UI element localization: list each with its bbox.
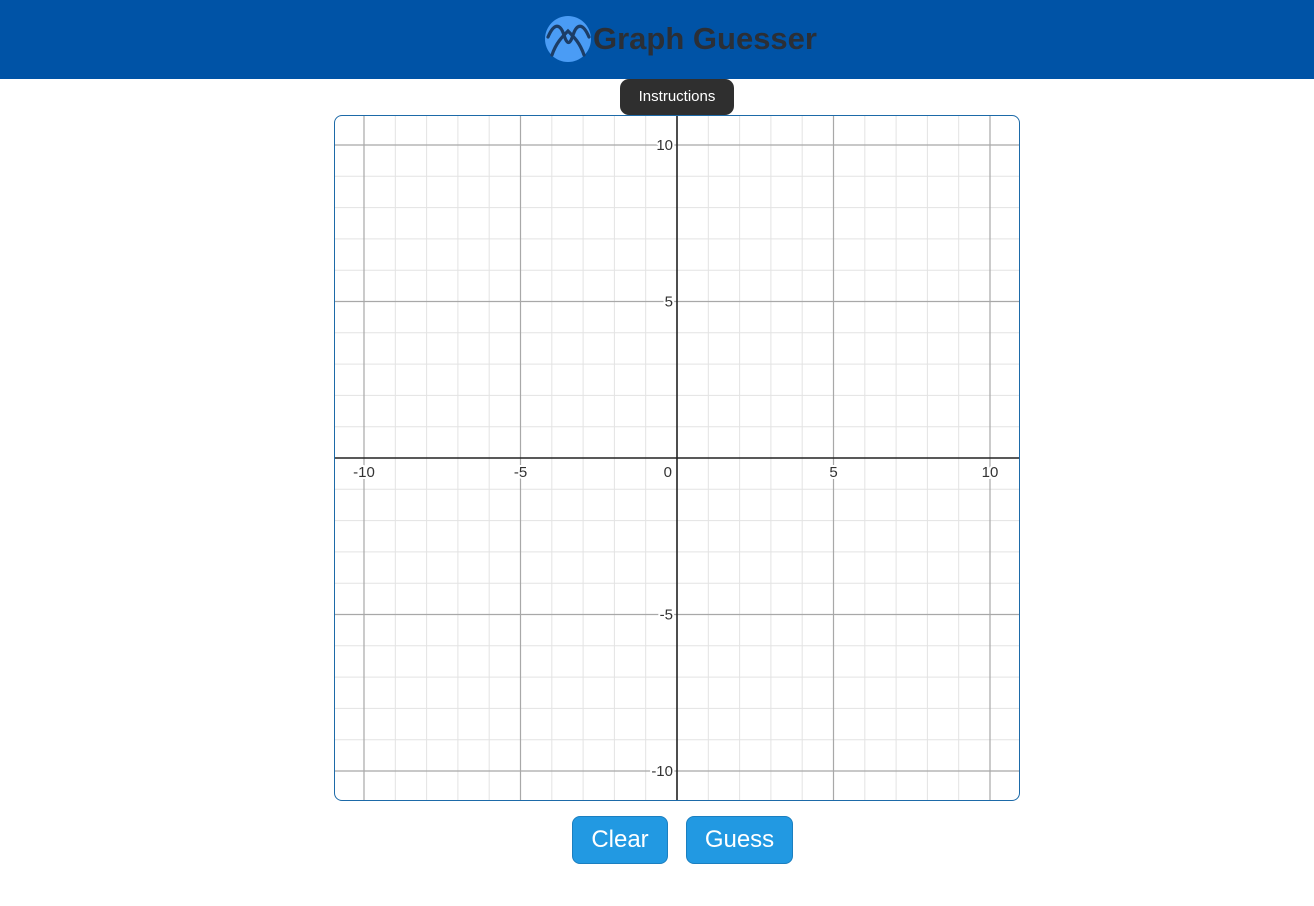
x-tick-label: 0 (664, 464, 672, 481)
guess-button[interactable]: Guess (686, 816, 793, 864)
brand: Graph Guesser (544, 15, 817, 63)
app-header: Graph Guesser (0, 0, 1314, 79)
app-title: Graph Guesser (593, 21, 817, 56)
x-tick-label: -5 (514, 464, 527, 481)
x-tick-label: 5 (829, 464, 837, 481)
instructions-button[interactable]: Instructions (620, 79, 734, 115)
y-tick-label: -10 (651, 763, 673, 780)
x-tick-label: -10 (353, 464, 375, 481)
coordinate-grid[interactable]: -10-10 -5-5 00 55 1010101055-5-5-10-10 (334, 115, 1020, 801)
y-tick-label: -5 (660, 607, 673, 624)
graph-canvas[interactable]: -10 -10 -5 -5 0 0 5 5 10 10 10 10 5 5 -5 -5 -10 -10 (334, 115, 1020, 801)
y-tick-label: 5 (665, 294, 673, 311)
graph-wave-icon (545, 16, 591, 62)
clear-button[interactable]: Clear (572, 816, 668, 864)
x-tick-label: 10 (982, 464, 999, 481)
y-tick-label: 10 (656, 137, 673, 154)
